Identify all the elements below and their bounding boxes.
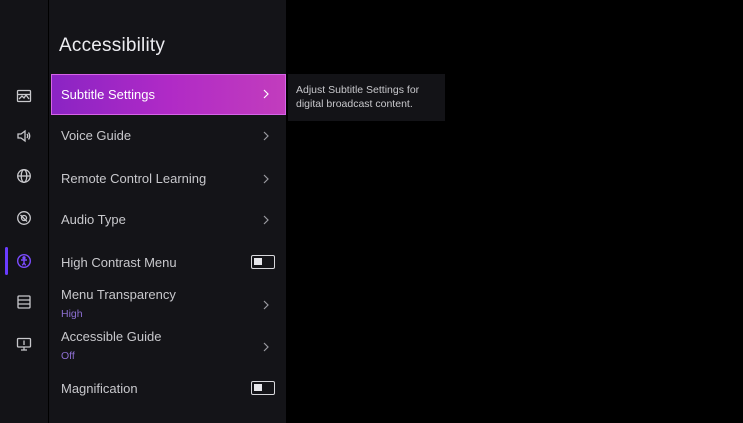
menu-item-label: Audio Type xyxy=(61,212,126,227)
menu-item-accessible-guide[interactable]: Accessible Guide Off xyxy=(51,325,286,367)
monitor-icon[interactable] xyxy=(16,336,32,352)
menu-item-voice-guide[interactable]: Voice Guide xyxy=(51,115,286,155)
chevron-right-icon xyxy=(263,342,269,352)
magnification-toggle[interactable] xyxy=(251,381,275,395)
menu-item-magnification[interactable]: Magnification xyxy=(51,367,286,407)
menu-item-subtitle-settings[interactable]: Subtitle Settings xyxy=(51,74,286,115)
chevron-right-icon xyxy=(263,215,269,225)
picture-icon[interactable] xyxy=(16,88,32,104)
help-text: Adjust Subtitle Settings for digital bro… xyxy=(296,84,420,110)
menu-item-label: Remote Control Learning xyxy=(61,171,207,186)
general-icon[interactable] xyxy=(16,210,32,226)
nav-rail xyxy=(0,0,48,423)
menu-item-audio-type[interactable]: Audio Type xyxy=(51,199,286,239)
menu-item-label: Voice Guide xyxy=(61,128,132,143)
toggle-knob xyxy=(254,258,262,265)
menu-item-value: Off xyxy=(61,350,75,362)
menu-item-high-contrast-menu[interactable]: High Contrast Menu xyxy=(51,241,286,281)
menu-item-remote-control-learning[interactable]: Remote Control Learning xyxy=(51,157,286,197)
chevron-right-icon xyxy=(263,89,269,99)
chevron-right-icon xyxy=(263,131,269,141)
menu-item-label: High Contrast Menu xyxy=(61,255,177,270)
chevron-right-icon xyxy=(263,300,269,310)
active-indicator xyxy=(5,247,8,275)
help-tooltip: Adjust Subtitle Settings for digital bro… xyxy=(288,74,445,121)
menu-item-value: High xyxy=(61,308,83,320)
globe-icon[interactable] xyxy=(16,168,32,184)
accessibility-menu: Accessibility Subtitle Settings Voice Gu… xyxy=(49,0,286,423)
page-title: Accessibility xyxy=(59,35,166,56)
menu-item-label: Menu Transparency xyxy=(61,287,176,302)
menu-item-label: Subtitle Settings xyxy=(61,87,155,102)
toggle-knob xyxy=(254,384,262,391)
accessibility-icon[interactable] xyxy=(16,253,32,269)
list-icon[interactable] xyxy=(16,294,32,310)
menu-item-menu-transparency[interactable]: Menu Transparency High xyxy=(51,283,286,325)
chevron-right-icon xyxy=(263,174,269,184)
menu-item-label: Magnification xyxy=(61,381,138,396)
sound-icon[interactable] xyxy=(16,128,32,144)
menu-item-label: Accessible Guide xyxy=(61,329,162,344)
high-contrast-toggle[interactable] xyxy=(251,255,275,269)
